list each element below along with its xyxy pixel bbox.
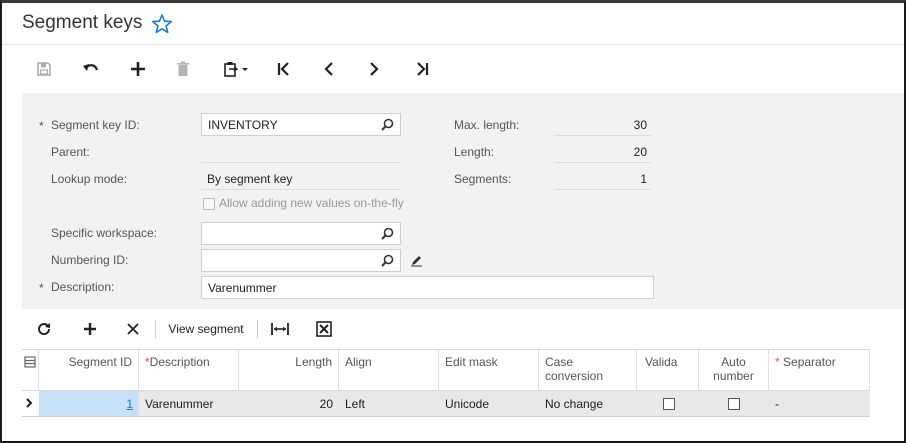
segments-label: Segments: (454, 172, 512, 186)
cell-edit-mask[interactable]: Unicode (439, 391, 539, 416)
max-length-value: 30 (554, 114, 651, 136)
length-label: Length: (454, 145, 495, 159)
column-header-segment-id[interactable]: Segment ID (39, 350, 139, 391)
column-header-auto-number[interactable]: Auto number (699, 350, 769, 391)
search-icon[interactable] (381, 118, 394, 134)
column-header-length[interactable]: Length (239, 350, 339, 391)
search-icon[interactable] (381, 227, 394, 243)
fit-width-icon[interactable] (269, 317, 291, 341)
favorite-star-icon[interactable] (151, 13, 173, 35)
previous-record-icon[interactable] (315, 55, 343, 83)
specific-workspace-label: Specific workspace: (51, 226, 158, 240)
search-icon[interactable] (381, 254, 394, 270)
segment-key-id-value: INVENTORY (208, 118, 278, 132)
column-header-validate[interactable]: Valida (639, 350, 699, 391)
column-label: Case conversion (545, 355, 604, 383)
page-title: Segment keys (22, 12, 143, 33)
description-label: Description: (51, 280, 115, 294)
cell-length[interactable]: 20 (239, 391, 339, 416)
refresh-icon[interactable] (34, 317, 54, 341)
excel-export-icon[interactable] (314, 317, 334, 341)
column-label: Valida (645, 355, 678, 369)
column-label: Segment ID (68, 355, 132, 369)
auto-number-checkbox[interactable] (728, 398, 740, 410)
column-label: Length (295, 355, 332, 369)
pencil-edit-icon[interactable] (410, 254, 423, 270)
delete-icon[interactable] (169, 55, 197, 83)
length-value: 20 (554, 141, 651, 163)
column-header-separator[interactable]: * Separator (769, 350, 870, 391)
numbering-id-field[interactable] (201, 249, 401, 272)
toolbar-separator (257, 320, 258, 338)
table-row[interactable]: 1 Varenummer 20 Left Unicode No change - (22, 391, 870, 417)
cell-align[interactable]: Left (339, 391, 439, 416)
required-marker: * (39, 119, 44, 133)
lookup-mode-value: By segment key (201, 168, 401, 190)
save-icon[interactable] (30, 55, 58, 83)
column-label: Auto number (713, 355, 754, 383)
cell-separator[interactable]: - (769, 391, 870, 416)
column-label: Align (345, 355, 372, 369)
first-record-icon[interactable] (270, 55, 298, 83)
column-header-description[interactable]: *Description (139, 350, 239, 391)
add-icon[interactable] (124, 55, 152, 83)
delete-row-icon[interactable] (123, 317, 143, 341)
required-marker: * (775, 355, 780, 369)
cell-case-conversion[interactable]: No change (539, 391, 639, 416)
allow-new-values-checkbox[interactable] (203, 198, 215, 210)
description-value: Varenummer (208, 281, 277, 295)
numbering-id-label: Numbering ID: (51, 253, 129, 267)
main-toolbar (2, 45, 904, 93)
parent-value (201, 141, 401, 163)
grid-header: Segment ID *Description Length Align Edi… (22, 349, 870, 391)
next-record-icon[interactable] (360, 55, 388, 83)
column-header-edit-mask[interactable]: Edit mask (439, 350, 539, 391)
view-segment-button[interactable]: View segment (163, 317, 249, 341)
column-label: Description (149, 355, 210, 369)
segment-key-id-label: Segment key ID: (51, 118, 140, 132)
cell-segment-id[interactable]: 1 (39, 391, 139, 416)
app-window: Segment keys * Segment key ID: INVENTORY… (0, 0, 906, 443)
cell-description[interactable]: Varenummer (139, 391, 239, 416)
specific-workspace-field[interactable] (201, 222, 401, 245)
segment-key-form: * Segment key ID: INVENTORY Parent: Look… (22, 93, 904, 309)
grid-toolbar: View segment (22, 309, 904, 349)
column-settings-icon[interactable] (22, 350, 39, 391)
max-length-label: Max. length: (454, 118, 520, 132)
segments-value: 1 (554, 168, 651, 190)
allow-new-values-label: Allow adding new values on-the-fly (219, 196, 404, 210)
column-header-align[interactable]: Align (339, 350, 439, 391)
undo-icon[interactable] (77, 55, 105, 83)
required-marker: * (39, 281, 44, 295)
last-record-icon[interactable] (408, 55, 436, 83)
add-row-icon[interactable] (80, 317, 100, 341)
lookup-mode-label: Lookup mode: (51, 172, 128, 186)
parent-label: Parent: (51, 145, 90, 159)
row-selector-icon[interactable] (22, 391, 39, 416)
segment-key-id-field[interactable]: INVENTORY (201, 113, 401, 136)
column-label: Edit mask (445, 355, 498, 369)
clipboard-icon[interactable] (218, 55, 254, 83)
toolbar-separator (155, 320, 156, 338)
column-header-case-conversion[interactable]: Case conversion (539, 350, 637, 391)
column-label: Separator (783, 355, 836, 369)
title-bar: Segment keys (2, 3, 904, 45)
description-field[interactable]: Varenummer (201, 276, 654, 299)
validate-checkbox[interactable] (663, 398, 675, 410)
